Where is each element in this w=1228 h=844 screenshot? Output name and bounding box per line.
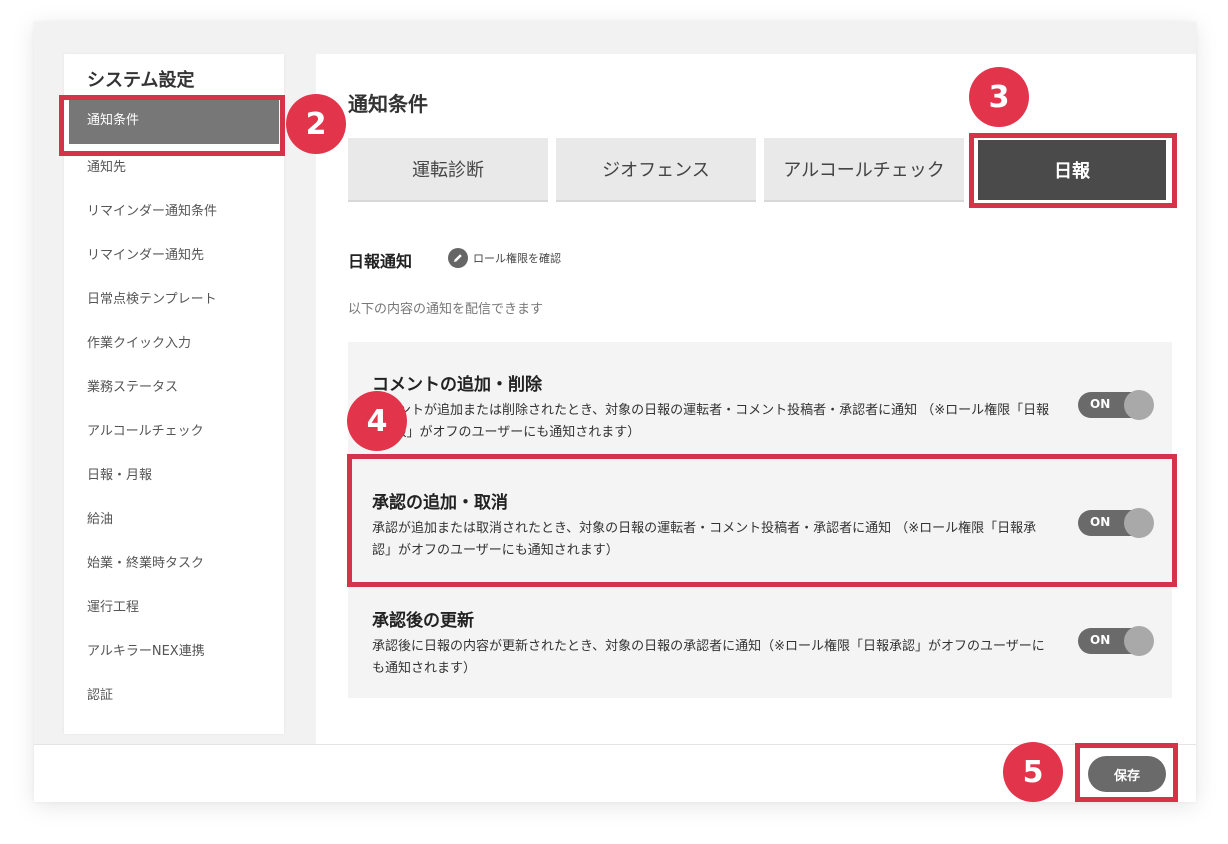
sidebar: システム設定 通知条件 通知先 リマインダー通知条件 リマインダー通知先 日常点… xyxy=(64,54,284,734)
sidebar-item-alkiller-integration[interactable]: アルキラーNEX連携 xyxy=(64,630,284,674)
sidebar-item-quick-input[interactable]: 作業クイック入力 xyxy=(64,322,284,366)
tab-driving-diagnosis[interactable]: 運転診断 xyxy=(348,138,548,202)
tab-daily-report[interactable]: 日報 xyxy=(978,140,1166,200)
save-button[interactable]: 保存 xyxy=(1088,756,1166,792)
page-title: 通知条件 xyxy=(348,92,428,116)
toggle-label: ON xyxy=(1090,515,1111,529)
sidebar-title: システム設定 xyxy=(87,70,195,91)
sidebar-item-refueling[interactable]: 給油 xyxy=(64,498,284,542)
main-content: 通知条件 運転診断 ジオフェンス アルコールチェック 日報 日報通知 ロール権限… xyxy=(316,54,1196,744)
sidebar-item-authentication[interactable]: 認証 xyxy=(64,674,284,718)
sidebar-item-daily-inspection-template[interactable]: 日常点検テンプレート xyxy=(64,278,284,322)
tab-geofence[interactable]: ジオフェンス xyxy=(556,138,756,202)
toggle-switch[interactable]: ON xyxy=(1078,508,1154,538)
setting-row-approval: 承認の追加・取消 承認が追加または取消されたとき、対象の日報の運転者・コメント投… xyxy=(348,460,1172,578)
toggle-label: ON xyxy=(1090,397,1111,411)
step-badge-3: 3 xyxy=(969,67,1029,127)
step-badge-5: 5 xyxy=(1003,742,1063,802)
tab-alcohol-check[interactable]: アルコールチェック xyxy=(764,138,964,202)
sidebar-item-operation-process[interactable]: 運行工程 xyxy=(64,586,284,630)
setting-description: 承認後に日報の内容が更新されたとき、対象の日報の承認者に通知（※ロール権限「日報… xyxy=(372,639,1045,676)
setting-row-post-approval-update: 承認後の更新 承認後に日報の内容が更新されたとき、対象の日報の承認者に通知（※ロ… xyxy=(348,578,1172,698)
section-title: 日報通知 xyxy=(348,252,413,271)
toggle-knob xyxy=(1124,626,1154,656)
setting-title: 承認の追加・取消 xyxy=(372,493,508,513)
sidebar-item-notification-recipients[interactable]: 通知先 xyxy=(64,146,284,190)
sidebar-item-work-status[interactable]: 業務ステータス xyxy=(64,366,284,410)
setting-title: コメントの追加・削除 xyxy=(372,375,542,395)
toggle-knob xyxy=(1124,390,1154,420)
role-permission-label: ロール権限を確認 xyxy=(473,252,561,265)
pencil-icon xyxy=(448,248,468,268)
role-permission-link[interactable]: ロール権限を確認 xyxy=(448,248,561,268)
sidebar-item-start-end-tasks[interactable]: 始業・終業時タスク xyxy=(64,542,284,586)
sidebar-item-reminder-recipients[interactable]: リマインダー通知先 xyxy=(64,234,284,278)
toggle-label: ON xyxy=(1090,633,1111,647)
toggle-switch[interactable]: ON xyxy=(1078,390,1154,420)
step-badge-4: 4 xyxy=(347,391,407,451)
toggle-switch[interactable]: ON xyxy=(1078,626,1154,656)
setting-row-comment: コメントの追加・削除 コメントが追加または削除されたとき、対象の日報の運転者・コ… xyxy=(348,342,1172,460)
sidebar-item-notification-conditions[interactable]: 通知条件 xyxy=(69,98,279,144)
sidebar-item-alcohol-check[interactable]: アルコールチェック xyxy=(64,410,284,454)
sidebar-item-daily-monthly-report[interactable]: 日報・月報 xyxy=(64,454,284,498)
setting-title: 承認後の更新 xyxy=(372,611,474,631)
step-badge-2: 2 xyxy=(286,94,346,154)
toggle-knob xyxy=(1124,508,1154,538)
app-window: システム設定 通知条件 通知先 リマインダー通知条件 リマインダー通知先 日常点… xyxy=(34,22,1196,802)
notification-settings-panel: コメントの追加・削除 コメントが追加または削除されたとき、対象の日報の運転者・コ… xyxy=(348,342,1172,698)
setting-description: 承認が追加または取消されたとき、対象の日報の運転者・コメント投稿者・承認者に通知… xyxy=(372,521,1037,558)
setting-description: コメントが追加または削除されたとき、対象の日報の運転者・コメント投稿者・承認者に… xyxy=(372,403,1050,440)
section-description: 以下の内容の通知を配信できます xyxy=(348,302,544,317)
sidebar-item-reminder-conditions[interactable]: リマインダー通知条件 xyxy=(64,190,284,234)
